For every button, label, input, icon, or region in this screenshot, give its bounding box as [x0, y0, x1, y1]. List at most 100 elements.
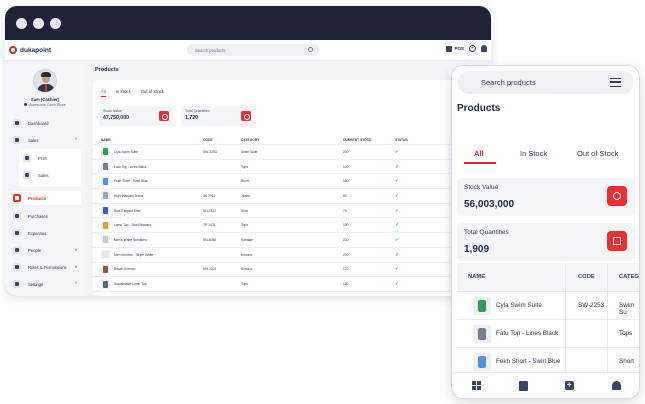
product-thumbnail	[101, 235, 110, 245]
cell-stock: 120	[343, 164, 349, 169]
pos-button[interactable]: POS	[446, 45, 464, 52]
column-header[interactable]: CATEG	[619, 274, 639, 280]
search-input[interactable]: Search products	[187, 44, 319, 56]
cell-code: SH-3312	[203, 208, 217, 213]
table-row[interactable]: Fekh Short - Swirl Blue Short 150 ✓	[93, 174, 491, 190]
pos-icon	[23, 154, 31, 162]
column-header[interactable]: STATUS	[395, 138, 449, 142]
table-row[interactable]: Cyla Swim Suite SW-2253 Swim Suite 200 ✓	[93, 145, 491, 160]
cell-stock: 200	[343, 252, 349, 257]
sidebar-item-settings[interactable]: Settings ^	[5, 278, 85, 290]
mobile-page-title: Products	[457, 103, 501, 114]
cell-code: SW-2253	[578, 302, 605, 309]
cell-name: Men Kimono - Stripe White	[93, 250, 203, 260]
stat-value: 56,003,000	[464, 199, 515, 210]
mobile-search-input[interactable]: Search products	[458, 71, 634, 94]
table-row[interactable]: Brown Kimono KM-3321 Kimono 170 ✓	[93, 262, 491, 278]
tab-all[interactable]: All	[101, 89, 106, 97]
window-dot-icon[interactable]	[50, 17, 61, 29]
cell-stock: 70	[343, 208, 347, 213]
logo[interactable]: dukapoint	[5, 46, 155, 54]
products-icon	[13, 194, 21, 202]
table-row[interactable]: Lamu Top - Swirl Mustard TP-1431 Tops 190 ✓	[93, 218, 491, 234]
plus-icon[interactable]	[565, 380, 574, 390]
topbar-actions: POS +	[446, 45, 491, 52]
table-row[interactable]: Fatu Top - Lines Black Tops	[457, 320, 639, 348]
cell-name: Blue Elegant Shirt	[93, 206, 203, 216]
tab-out-of-stock[interactable]: Out of Stock	[577, 149, 618, 158]
table-row[interactable]: Men Kimono - Stripe White Kimono 200 ✓	[93, 247, 491, 263]
cell-category: Tops	[619, 330, 633, 337]
sidebar-item-dashboard[interactable]: Dashboard	[5, 117, 85, 129]
window-dot-icon[interactable]	[33, 17, 44, 29]
cell-category: Shirt	[241, 208, 248, 213]
menu-icon[interactable]	[610, 78, 621, 87]
total-quantities-card: Total Quantities 1,720	[181, 106, 255, 126]
table-row[interactable]: Men's White Sneakers SN-4058 Sneaker 220 ✓	[93, 233, 491, 248]
cell-category: Swim Su	[619, 302, 635, 316]
cell-name: Fatu Top - Lines Black	[93, 162, 203, 172]
box-icon[interactable]	[607, 231, 627, 251]
box-icon[interactable]	[241, 111, 251, 121]
product-thumbnail	[101, 206, 110, 216]
column-header[interactable]: CODE	[578, 274, 595, 280]
table-row[interactable]: Sustainable Lamu Top Tops 160 ✓	[93, 277, 491, 292]
tab-out-of-stock[interactable]: Out of Stock	[141, 89, 164, 97]
table-row[interactable]: Fatu Top - Lines Black Tops 120 ✓	[93, 159, 491, 175]
cell-category: Tops	[241, 282, 248, 287]
bell-icon[interactable]	[481, 45, 487, 52]
column-header[interactable]: CURRENT STOCK	[343, 138, 395, 142]
main-content: Products All In Stock Out of Stock Stock…	[85, 61, 491, 296]
cell-name: Men's White Sneakers	[93, 235, 203, 245]
expenses-icon	[13, 229, 21, 237]
column-header[interactable]: CATEGORY	[241, 138, 343, 142]
sidebar-item-people[interactable]: People v	[5, 244, 85, 256]
grid-icon[interactable]	[472, 381, 481, 390]
cell-name: High Waisted Jeans	[93, 191, 203, 201]
stock-value-card: Stock Value 47,750,000	[99, 106, 173, 126]
sidebar-item-roles[interactable]: Roles & Permissions v	[5, 261, 85, 273]
page-title: Products	[95, 67, 119, 73]
cell-category: Short	[241, 179, 249, 184]
sidebar-item-pos[interactable]: POS	[19, 151, 81, 165]
status-check-icon: ✓	[395, 281, 399, 287]
avatar[interactable]	[33, 69, 57, 93]
sidebar-item-sales-list[interactable]: Sales	[19, 168, 81, 182]
product-name: Cyla Swim Suite	[496, 302, 542, 309]
sidebar-item-expenses[interactable]: Expenses	[5, 227, 85, 239]
logo-text: dukapoint	[20, 46, 52, 54]
tab-all[interactable]: All	[464, 149, 496, 164]
tab-in-stock[interactable]: In Stock	[520, 149, 547, 158]
product-thumbnail	[101, 250, 110, 260]
product-name: Fatu Top - Lines Black	[496, 330, 559, 337]
register-icon[interactable]	[519, 381, 528, 391]
tab-in-stock[interactable]: In Stock	[116, 89, 131, 97]
table-row[interactable]: Cyla Swim Suite SW-2253 Swim Su	[457, 292, 639, 320]
plus-circle-icon[interactable]: +	[469, 45, 476, 52]
table-row[interactable]: Blue Elegant Shirt SH-3312 Shirt 70 ✓	[93, 203, 491, 219]
window-dot-icon[interactable]	[16, 17, 27, 29]
cell-code: JN-7012	[203, 193, 216, 198]
desktop-stats: Stock Value 47,750,000 Total Quantities …	[93, 97, 491, 126]
column-header[interactable]: NAME	[468, 274, 485, 280]
sidebar-item-products[interactable]: Products	[9, 191, 81, 205]
product-name: Blue Elegant Shirt	[114, 208, 141, 213]
desktop-browser-window: dukapoint Search products POS + Sam (Cas…	[5, 6, 491, 296]
cell-category: Kimono	[241, 267, 253, 272]
product-name: Fekh Short - Swirl Blue	[114, 179, 148, 184]
status-check-icon: ✓	[395, 163, 399, 169]
receipt-icon	[23, 171, 31, 179]
sidebar-item-sales[interactable]: Sales ^	[5, 134, 85, 146]
cell-name: Cyla Swim Suite	[93, 147, 203, 157]
money-icon[interactable]	[159, 111, 169, 121]
status-check-icon: ✓	[395, 192, 399, 198]
money-icon[interactable]	[607, 186, 627, 206]
sales-icon	[13, 136, 21, 144]
profile: Sam (Cashier) Awesome Cloth Store	[5, 61, 85, 107]
column-header[interactable]: CODE	[203, 138, 241, 142]
column-header[interactable]: NAME	[93, 138, 203, 142]
sidebar-item-purchases[interactable]: Purchases	[5, 210, 85, 222]
table-row[interactable]: High Waisted Jeans JN-7012 Jeans 80 ✓	[93, 189, 491, 204]
bell-icon[interactable]	[612, 381, 621, 390]
products-table: NAME CODE CATEGORY CURRENT STOCK STATUS …	[93, 136, 491, 292]
